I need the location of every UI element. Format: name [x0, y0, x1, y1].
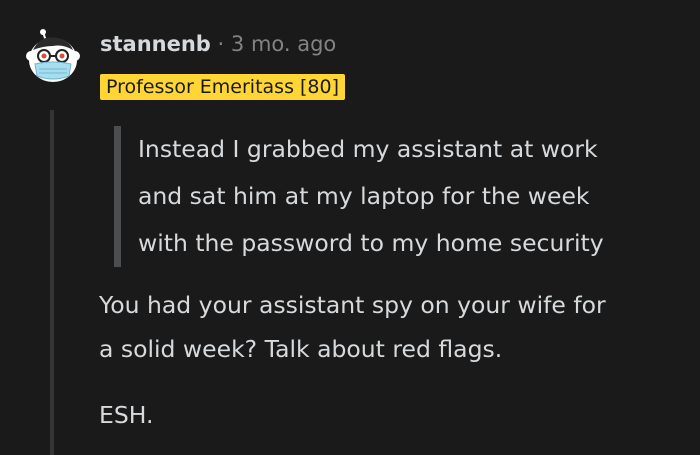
timestamp[interactable]: 3 mo. ago [231, 32, 336, 56]
paragraph-line: a solid week? Talk about red flags. [99, 335, 503, 363]
paragraph-line: ESH. [99, 401, 154, 429]
comment: stannenb · 3 mo. ago Professor Emeritass… [0, 0, 700, 455]
comment-meta: stannenb · 3 mo. ago [100, 30, 336, 58]
comment-paragraph: You had your assistant spy on your wife … [99, 283, 689, 371]
quote-line: with the password to my home security [138, 229, 604, 257]
paragraph-line: You had your assistant spy on your wife … [99, 291, 606, 319]
snoo-avatar-icon [26, 29, 80, 82]
meta-separator: · [217, 32, 225, 56]
thread-collapse-line[interactable] [50, 110, 54, 455]
username-link[interactable]: stannenb [100, 32, 211, 56]
user-avatar[interactable] [23, 26, 83, 86]
quote-line: Instead I grabbed my assistant at work [138, 135, 598, 163]
blockquote: Instead I grabbed my assistant at work a… [114, 126, 698, 267]
user-flair-badge: Professor Emeritass [80] [99, 73, 347, 101]
comment-paragraph: ESH. [99, 393, 689, 437]
quote-line: and sat him at my laptop for the week [138, 182, 590, 210]
